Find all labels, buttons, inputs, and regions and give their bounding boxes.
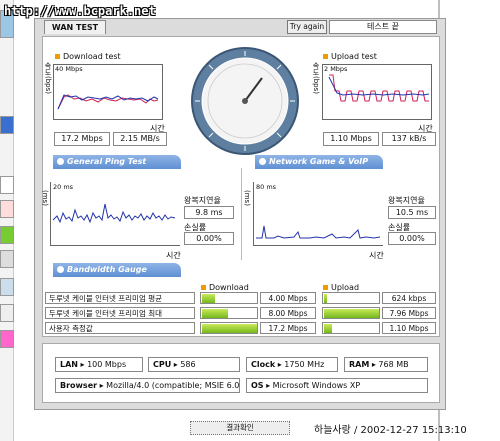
gauge-download-bar-track	[200, 322, 258, 334]
upload-line-2	[328, 76, 430, 96]
status-display: 테스트 끝	[329, 20, 437, 34]
gauge-upload-bar-track	[322, 322, 380, 334]
footer-text: 하늘사랑 / 2002-12-27 15:13:10	[314, 425, 467, 436]
sidebar-thumb-icon[interactable]	[0, 330, 14, 348]
sidebar-thumb-icon[interactable]	[0, 278, 14, 296]
gauge-download-bar	[202, 324, 257, 333]
game-yaxis-label: (ms)	[243, 190, 251, 206]
gauge-row-label: 두루넷 케이블 인터넷 프리미엄 최대	[45, 307, 195, 319]
game-loss-value: 0.00%	[388, 232, 436, 245]
gauge-download-bar-track	[200, 307, 258, 319]
sidebar-thumb-icon[interactable]	[0, 226, 14, 244]
download-line	[57, 94, 159, 110]
gauge-download-bar	[202, 309, 228, 318]
gauge-upload-value: 1.10 Mbps	[382, 322, 436, 334]
gauge-upload-bar-track	[322, 307, 380, 319]
upload-mbps-value: 1.10 Mbps	[323, 132, 379, 146]
browser-info: Browser ▸ Mozilla/4.0 (compatible; MSIE …	[55, 378, 240, 393]
gauge-download-value: 8.00 Mbps	[260, 307, 316, 319]
ping-rtt-label: 왕복지연율	[184, 196, 221, 205]
section-ping-test: General Ping Test	[53, 155, 181, 169]
ping-chart: 20 ms	[50, 182, 180, 246]
game-line	[256, 225, 381, 239]
ping-yaxis-label: (ms)	[41, 190, 49, 206]
sidebar-thumb-icon[interactable]	[0, 116, 14, 134]
download-line-2	[57, 94, 159, 110]
ping-xaxis-label: 시간	[166, 251, 181, 260]
upload-title: Upload test	[323, 52, 377, 61]
ping-loss-value: 0.00%	[184, 232, 234, 245]
vertical-divider	[241, 168, 242, 260]
download-chart: 40 Mbps	[53, 64, 163, 120]
tab-wan-test[interactable]: WAN TEST	[44, 20, 106, 34]
os-info: OS ▸ Microsoft Windows XP	[246, 378, 428, 393]
gauge-upload-value: 7.96 Mbps	[382, 307, 436, 319]
sidebar-thumb-icon[interactable]	[0, 304, 14, 322]
game-chart: 80 ms	[253, 182, 383, 246]
clock-info: Clock ▸ 1750 MHz	[246, 357, 338, 372]
sidebar-thumb-icon[interactable]	[0, 200, 14, 218]
gauge-row-label: 두루넷 케이블 인터넷 프리미엄 평균	[45, 292, 195, 304]
gauge-download-value: 17.2 Mbps	[260, 322, 316, 334]
try-again-button[interactable]: Try again	[287, 20, 327, 34]
download-title: Download test	[55, 52, 121, 61]
upload-kbs-value: 137 kB/s	[382, 132, 436, 146]
ping-rtt-value: 9.8 ms	[184, 206, 234, 219]
gauge-download-bar-track	[200, 292, 258, 304]
speed-dial	[191, 47, 299, 155]
left-sidebar	[0, 0, 14, 441]
gauge-upload-bar	[324, 324, 332, 333]
section-bandwidth-gauge: Bandwidth Gauge	[53, 263, 181, 277]
system-info-area	[42, 343, 440, 403]
game-rtt-value: 10.5 ms	[388, 206, 436, 219]
ram-info: RAM ▸ 768 MB	[344, 357, 428, 372]
upload-line	[329, 74, 429, 102]
download-mbps-value: 17.2 Mbps	[54, 132, 110, 146]
game-rtt-label: 왕복지연율	[388, 196, 425, 205]
bullet-icon	[323, 54, 328, 59]
bullet-icon	[323, 285, 328, 290]
bullet-icon	[55, 54, 60, 59]
gauge-upload-bar-track	[322, 292, 380, 304]
bullet-icon	[201, 285, 206, 290]
gauge-download-header: Download	[201, 283, 249, 292]
gauge-download-value: 4.00 Mbps	[260, 292, 316, 304]
gauge-upload-header: Upload	[323, 283, 359, 292]
download-yaxis-label: 속도(bps)	[44, 62, 52, 94]
sidebar-thumb-icon[interactable]	[0, 250, 14, 268]
watermark: http://www.bcpark.net	[4, 4, 156, 18]
download-mbs-value: 2.15 MB/s	[113, 132, 167, 146]
section-game-voip-test: Network Game & VoIP Test	[255, 155, 383, 180]
cpu-info: CPU ▸ 586	[148, 357, 240, 372]
gauge-upload-bar	[324, 294, 327, 303]
lan-info: LAN ▸ 100 Mbps	[55, 357, 143, 372]
upload-chart: 2 Mbps	[322, 64, 432, 120]
game-xaxis-label: 시간	[369, 251, 384, 260]
gauge-row-label: 사용자 측정값	[45, 322, 195, 334]
confirm-result-button[interactable]: 결과확인	[190, 421, 290, 435]
gauge-upload-value: 624 kbps	[382, 292, 436, 304]
gauge-upload-bar	[324, 309, 379, 318]
sidebar-thumb-icon[interactable]	[0, 176, 14, 194]
ping-line	[52, 203, 176, 224]
upload-yaxis-label: 속도(bps)	[312, 62, 320, 94]
gauge-download-bar	[202, 294, 215, 303]
right-sidebar	[438, 0, 500, 441]
